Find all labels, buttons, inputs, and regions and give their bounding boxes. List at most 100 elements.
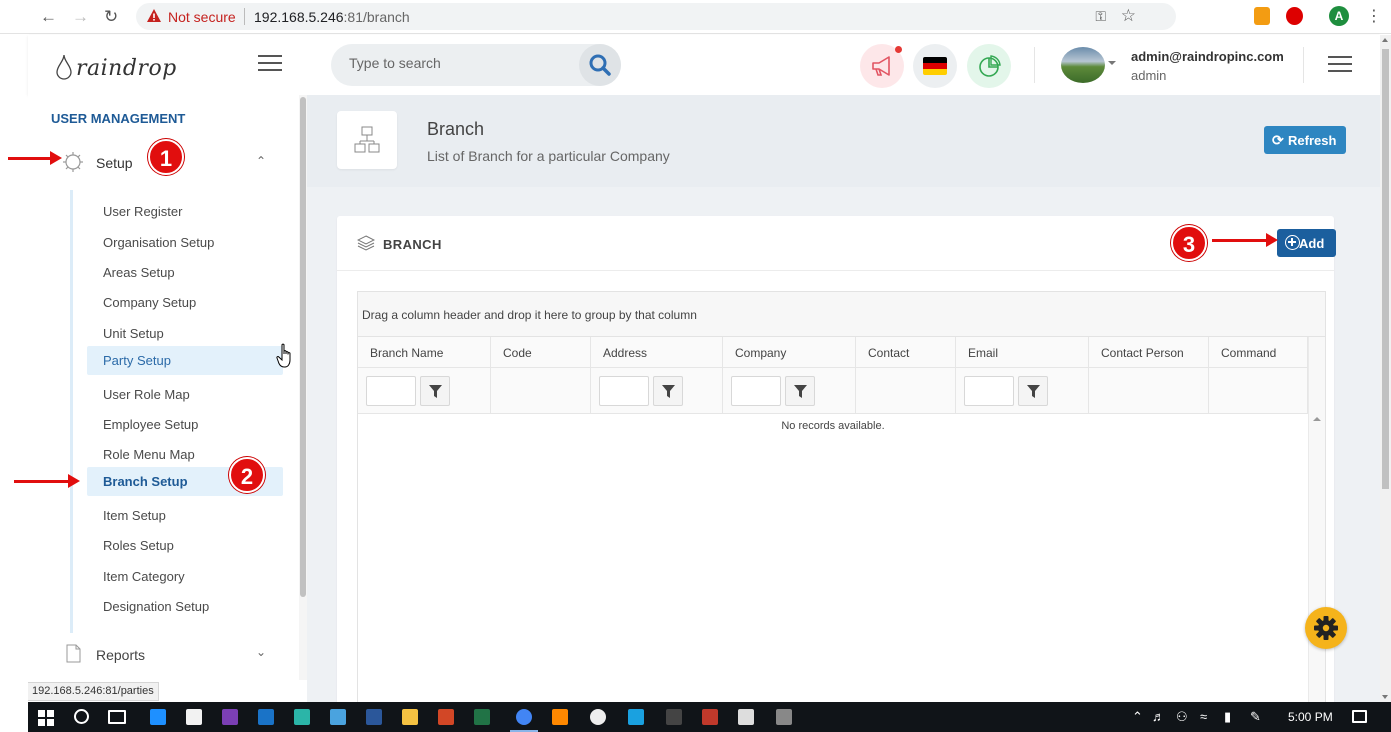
filter-cell-code [491,368,591,414]
filter-input-address[interactable] [599,376,649,406]
address-bar[interactable]: Not secure 192.168.5.246:81/branch ⚿ ☆ [136,3,1176,30]
search-button[interactable] [579,44,621,86]
sidebar-item-party-setup[interactable]: Party Setup [87,346,283,375]
column-header-contact-person[interactable]: Contact Person [1089,337,1209,368]
user-email[interactable]: admin@raindropinc.com [1131,49,1284,64]
taskbar-clock[interactable]: 5:00 PM [1288,710,1333,724]
scroll-up-icon[interactable] [1382,38,1388,42]
cortana-search-icon[interactable] [74,709,89,724]
address-separator [244,8,245,25]
sidebar-item-item-setup[interactable]: Item Setup [87,501,283,530]
onenote-icon[interactable] [222,709,238,725]
app-icon[interactable] [590,709,606,725]
tray-overflow-icon[interactable]: ⌃ [1132,709,1143,725]
url-text[interactable]: 192.168.5.246:81/branch [254,9,410,25]
menu-icon[interactable] [1328,56,1352,74]
profile-avatar[interactable]: A [1329,6,1349,26]
filter-button-email[interactable] [1018,376,1048,406]
edge-icon[interactable] [150,709,166,725]
powerpoint-icon[interactable] [438,709,454,725]
sidebar-toggle-icon[interactable] [258,55,282,73]
forward-arrow-icon[interactable]: → [72,7,89,27]
sidebar-item-company-setup[interactable]: Company Setup [87,288,283,317]
excel-icon[interactable] [474,709,490,725]
filter-input-email[interactable] [964,376,1014,406]
column-header-company[interactable]: Company [723,337,856,368]
sidebar-tree-line [70,190,73,633]
search-input[interactable] [349,55,569,71]
raindrop-logo-icon [56,54,72,80]
sidebar-item-organisation-setup[interactable]: Organisation Setup [87,228,283,257]
page-scrollbar-thumb[interactable] [1382,49,1389,489]
column-header-code[interactable]: Code [491,337,591,368]
wifi-icon[interactable]: ≈ [1200,709,1207,724]
filter-input-company[interactable] [731,376,781,406]
filter-input-branch-name[interactable] [366,376,416,406]
group-by-panel[interactable]: Drag a column header and drop it here to… [358,292,1325,337]
column-header-contact[interactable]: Contact [856,337,956,368]
sidebar-item-unit-setup[interactable]: Unit Setup [87,319,283,348]
sidebar-item-user-register[interactable]: User Register [87,197,283,226]
announcements-button[interactable] [860,44,904,88]
battery-icon[interactable]: ▮ [1224,709,1231,725]
language-button[interactable] [913,44,957,88]
analytics-button[interactable] [967,44,1011,88]
browser-menu-icon[interactable]: ⋮ [1366,6,1382,26]
filter-button-company[interactable] [785,376,815,406]
branch-grid: Drag a column header and drop it here to… [357,291,1326,702]
filter-button-address[interactable] [653,376,683,406]
column-header-email[interactable]: Email [956,337,1089,368]
caret-down-icon[interactable] [1108,61,1116,65]
add-button[interactable]: Add [1277,229,1336,257]
logo[interactable]: raindrop [54,45,177,81]
page-scrollbar[interactable] [1380,35,1391,702]
app-icon[interactable] [628,709,644,725]
windows-taskbar: ⌃ ♬ ⚇ ≈ ▮ ✎ 5:00 PM [28,702,1391,732]
outlook-icon[interactable] [258,709,274,725]
sidebar-item-designation-setup[interactable]: Designation Setup [87,592,283,621]
refresh-button[interactable]: ⟳ Refresh [1264,126,1346,154]
opera-extension-icon[interactable] [1286,7,1303,25]
column-header-command[interactable]: Command [1209,337,1308,368]
app-icon[interactable] [294,709,310,725]
german-flag-icon [923,57,947,75]
sidebar-item-areas-setup[interactable]: Areas Setup [87,258,283,287]
column-header-branch-name[interactable]: Branch Name [358,337,491,368]
column-header-address[interactable]: Address [591,337,723,368]
reload-icon[interactable]: ↻ [104,7,118,27]
task-view-icon[interactable] [108,710,126,724]
volume-muted-icon[interactable]: ♬ [1152,709,1165,724]
chrome-icon[interactable] [510,709,538,732]
scroll-down-icon[interactable] [1382,695,1388,699]
pen-icon[interactable]: ✎ [1250,709,1261,725]
store-icon[interactable] [186,709,202,725]
chevron-up-icon[interactable]: ⌃ [256,154,266,168]
sidebar-scrollbar-thumb[interactable] [300,97,306,597]
bookmark-star-icon[interactable]: ☆ [1121,6,1136,26]
word-icon[interactable] [366,709,382,725]
terminal-icon[interactable] [666,709,682,725]
sidebar-item-employee-setup[interactable]: Employee Setup [87,410,283,439]
sidebar-item-reports[interactable]: Reports ⌄ [58,640,278,670]
app-icon[interactable] [702,709,718,725]
scroll-up-icon[interactable] [1313,417,1321,421]
sidebar-item-roles-setup[interactable]: Roles Setup [87,531,283,560]
chevron-down-icon[interactable]: ⌄ [256,645,266,659]
key-icon[interactable]: ⚿ [1095,8,1106,25]
network-icon[interactable]: ⚇ [1176,709,1188,725]
file-explorer-icon[interactable] [402,709,418,725]
user-avatar[interactable] [1061,47,1105,83]
sidebar-item-item-category[interactable]: Item Category [87,562,283,591]
app-icon[interactable] [330,709,346,725]
shopping-extension-icon[interactable] [1254,7,1270,25]
settings-fab[interactable] [1305,607,1347,649]
app-icon[interactable] [776,709,792,725]
vlc-icon[interactable] [552,709,568,725]
windows-start-icon[interactable] [38,710,54,726]
notification-center-icon[interactable] [1352,710,1367,723]
back-arrow-icon[interactable]: ← [40,7,57,27]
sidebar-item-user-role-map[interactable]: User Role Map [87,380,283,409]
filter-button-branch-name[interactable] [420,376,450,406]
sidebar-scrollbar[interactable] [299,95,307,680]
photos-icon[interactable] [738,709,754,725]
